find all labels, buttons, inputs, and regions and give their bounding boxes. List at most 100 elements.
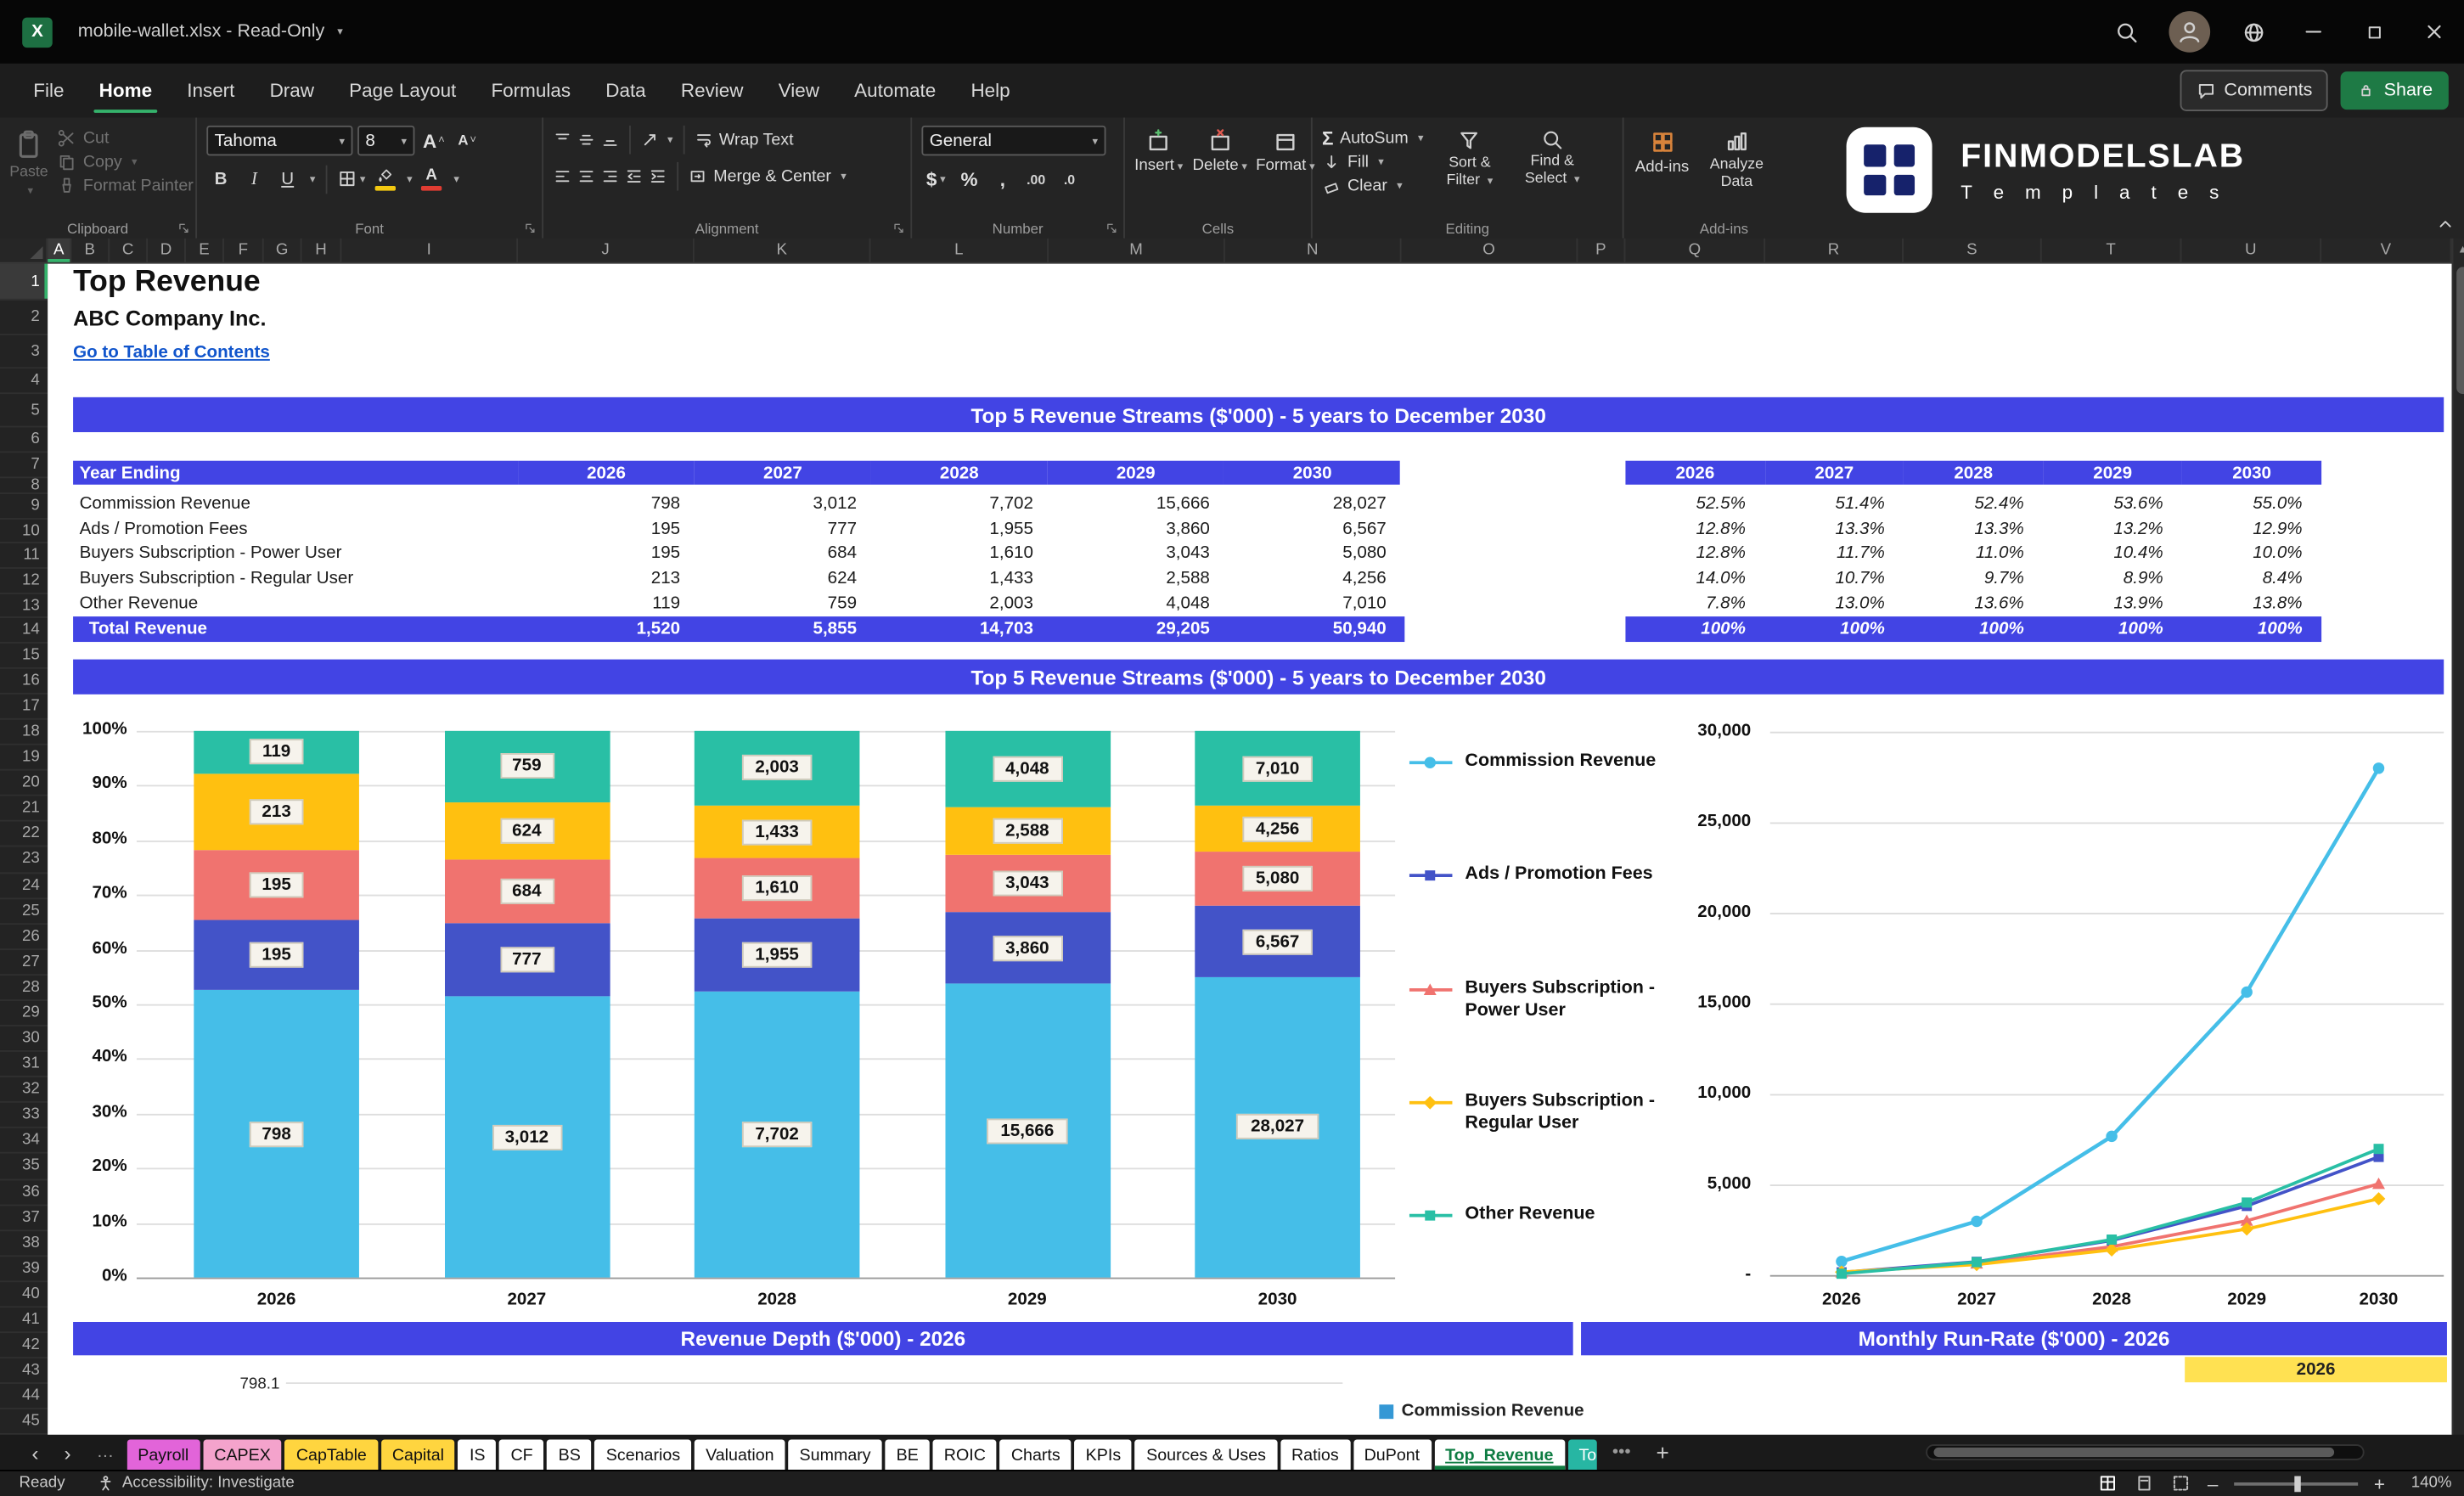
vertical-scroll-thumb[interactable] [2456, 267, 2464, 395]
number-format-select[interactable]: General ▾ [921, 125, 1106, 156]
column-header-J[interactable]: J [518, 238, 695, 262]
sheet-tab-scenarios[interactable]: Scenarios [594, 1439, 692, 1471]
banner-top5-table[interactable]: Top 5 Revenue Streams ($'000) - 5 years … [73, 396, 2444, 433]
table-cell[interactable]: 5,080 [1224, 541, 1401, 565]
decrease-font-button[interactable]: A ˅ [453, 126, 481, 156]
pct-cell[interactable]: 10.0% [2182, 541, 2321, 565]
column-header-I[interactable]: I [341, 238, 519, 262]
increase-decimal-button[interactable]: .00 [1021, 164, 1050, 194]
copy-button[interactable]: Copy ▾ [58, 153, 194, 172]
percent-style-button[interactable]: % [955, 164, 984, 194]
table-year-header[interactable]: 2027 [694, 460, 871, 485]
table-cell[interactable]: 6,567 [1224, 516, 1401, 541]
pct-year-header[interactable]: 2026 [1625, 460, 1765, 485]
sheet-tab-ratios[interactable]: Ratios [1280, 1439, 1350, 1471]
row-header-10[interactable]: 10 [0, 519, 48, 544]
table-cell[interactable]: 2,588 [1048, 565, 1224, 590]
sheet-tab-summary[interactable]: Summary [788, 1439, 882, 1471]
menu-tab-data[interactable]: Data [588, 64, 664, 118]
pct-cell[interactable]: 13.3% [1764, 516, 1904, 541]
underline-button[interactable]: U [273, 164, 302, 194]
line-chart[interactable] [1764, 718, 2450, 1303]
row-header-36[interactable]: 36 [0, 1180, 48, 1206]
pct-cell[interactable]: 51.4% [1764, 491, 1904, 515]
fill-color-button[interactable] [370, 164, 399, 194]
row-header-17[interactable]: 17 [0, 695, 48, 720]
total-cell[interactable]: 50,940 [1224, 616, 1401, 642]
column-header-S[interactable]: S [1904, 238, 2042, 262]
column-header-K[interactable]: K [695, 238, 871, 262]
column-header-C[interactable]: C [110, 238, 149, 262]
scroll-up-arrow[interactable]: ▲ [2453, 239, 2464, 261]
table-cell[interactable]: 759 [695, 591, 871, 616]
pct-cell[interactable]: 11.0% [1904, 541, 2043, 565]
row-header-6[interactable]: 6 [0, 427, 48, 453]
table-cell[interactable]: 624 [695, 565, 871, 590]
table-cell[interactable]: 1,610 [871, 541, 1048, 565]
row-header-8[interactable]: 8 [0, 478, 48, 495]
total-cell[interactable]: 5,855 [695, 616, 871, 642]
page-layout-view-button[interactable] [2135, 1473, 2155, 1493]
table-cell[interactable]: 4,048 [1048, 591, 1224, 616]
sheet-tab-sources-uses[interactable]: Sources & Uses [1135, 1439, 1278, 1471]
row-header-9[interactable]: 9 [0, 494, 48, 520]
row-header-42[interactable]: 42 [0, 1333, 48, 1359]
table-row-label[interactable]: Ads / Promotion Fees [73, 516, 518, 541]
column-header-F[interactable]: F [224, 238, 264, 262]
pct-cell[interactable]: 52.4% [1904, 491, 2043, 515]
pct-total-cell[interactable]: 100% [1625, 616, 1764, 642]
table-cell[interactable]: 213 [518, 565, 695, 590]
table-cell[interactable]: 119 [518, 591, 695, 616]
font-name-select[interactable]: Tahoma ▾ [206, 125, 353, 156]
table-cell[interactable]: 4,256 [1224, 565, 1401, 590]
menu-tab-file[interactable]: File [16, 64, 82, 118]
row-header-5[interactable]: 5 [0, 394, 48, 428]
table-row-label[interactable]: Buyers Subscription - Regular User [73, 565, 518, 590]
row-header-13[interactable]: 13 [0, 593, 48, 619]
clear-button[interactable]: Clear ▾ [1322, 177, 1424, 195]
pct-cell[interactable]: 13.0% [1764, 591, 1904, 616]
sheet-list-button[interactable]: … [84, 1443, 127, 1461]
decrease-decimal-button[interactable]: .0 [1055, 164, 1084, 194]
pct-cell[interactable]: 13.3% [1904, 516, 2043, 541]
row-header-21[interactable]: 21 [0, 796, 48, 823]
table-cell[interactable]: 3,012 [695, 491, 871, 515]
borders-button[interactable]: ▾ [336, 164, 365, 194]
pct-cell[interactable]: 52.5% [1625, 491, 1764, 515]
pct-cell[interactable]: 12.8% [1625, 541, 1764, 565]
number-dialog-launcher[interactable] [1105, 221, 1119, 235]
table-cell[interactable]: 15,666 [1048, 491, 1224, 515]
align-right-icon[interactable] [600, 166, 619, 185]
zoom-thumb[interactable] [2294, 1475, 2301, 1492]
row-header-28[interactable]: 28 [0, 976, 48, 1001]
table-cell[interactable]: 3,043 [1048, 541, 1224, 565]
toc-link[interactable]: Go to Table of Contents [73, 343, 270, 362]
row-header-1[interactable]: 1 [0, 263, 48, 301]
row-header-35[interactable]: 35 [0, 1154, 48, 1180]
font-dialog-launcher[interactable] [523, 221, 537, 235]
menu-tab-page-layout[interactable]: Page Layout [332, 64, 474, 118]
clipboard-dialog-launcher[interactable] [177, 221, 191, 235]
column-header-G[interactable]: G [264, 238, 302, 262]
addins-button[interactable]: Add-ins [1634, 126, 1690, 177]
row-header-7[interactable]: 7 [0, 453, 48, 479]
table-year-header[interactable]: 2030 [1224, 460, 1401, 485]
menu-tab-review[interactable]: Review [663, 64, 761, 118]
sheet-tab-valuation[interactable]: Valuation [695, 1439, 785, 1471]
row-header-11[interactable]: 11 [0, 544, 48, 570]
column-header-U[interactable]: U [2181, 238, 2322, 262]
vertical-scrollbar[interactable]: ▲ [2451, 238, 2464, 1435]
row-header-18[interactable]: 18 [0, 720, 48, 746]
share-button[interactable]: Share [2341, 71, 2449, 110]
format-cells-button[interactable]: Format ▾ [1256, 126, 1315, 175]
pct-cell[interactable]: 13.6% [1904, 591, 2043, 616]
row-header-26[interactable]: 26 [0, 925, 48, 950]
sort-filter-button[interactable]: Sort & Filter ▾ [1433, 126, 1506, 190]
increase-indent-icon[interactable] [649, 166, 667, 185]
table-row-label[interactable]: Buyers Subscription - Power User [73, 541, 518, 565]
table-year-header[interactable]: 2026 [518, 460, 695, 485]
sheet-tab-is[interactable]: IS [458, 1439, 497, 1471]
pct-cell[interactable]: 14.0% [1625, 565, 1764, 590]
cut-button[interactable]: Cut [58, 129, 194, 148]
collapse-ribbon-button[interactable] [2436, 215, 2455, 233]
